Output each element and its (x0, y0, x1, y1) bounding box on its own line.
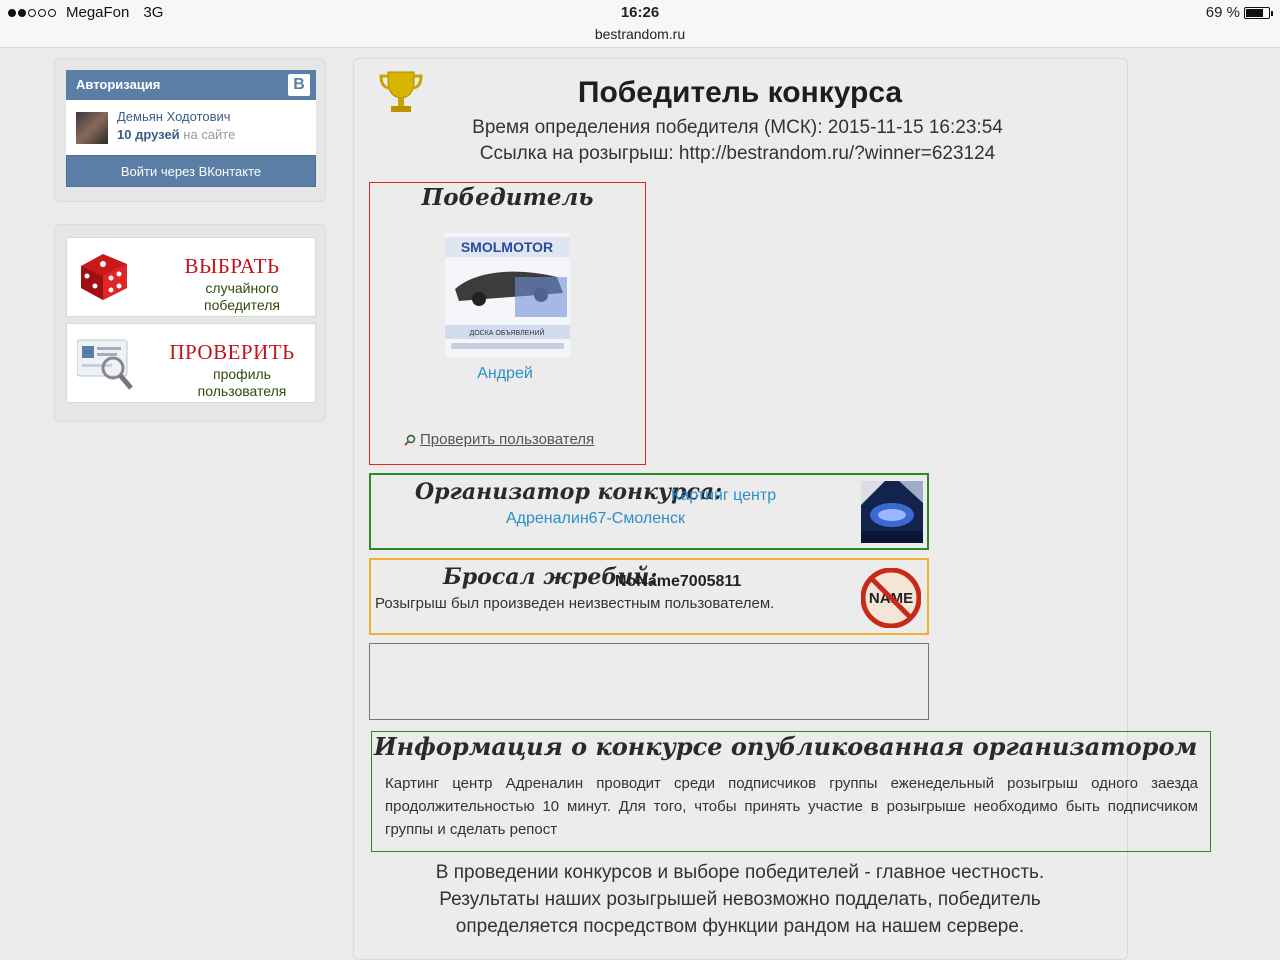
battery-icon (1244, 6, 1273, 19)
dice-icon (81, 254, 127, 300)
draw-description: Розыгрыш был произведен неизвестным поль… (375, 595, 775, 612)
status-bar: MegaFon 3G 16:26 bestrandom.ru 69 % (0, 0, 1280, 48)
organizer-box: Организатор конкурса: Картинг центр Адре… (369, 473, 929, 550)
contest-info-heading: Информация о конкурсе опубликованная орг… (374, 732, 1198, 761)
pick-subtitle: случайного победителя (187, 280, 297, 314)
user-name-link[interactable]: Демьян Ходотович (117, 109, 231, 124)
friends-suffix: на сайте (183, 127, 236, 142)
check-title: ПРОВЕРИТЬ (169, 340, 295, 364)
clock: 16:26 (620, 4, 660, 21)
draw-box: Бросал жребий: NoName7005811 Розыгрыш бы… (369, 558, 929, 635)
footer-line1: В проведении конкурсов и выборе победите… (435, 862, 1045, 883)
friends-info: 10 друзей на сайте (117, 127, 235, 142)
check-profile-link[interactable]: ПРОВЕРИТЬ профиль пользователя (66, 323, 316, 403)
contest-info-box: Информация о конкурсе опубликованная орг… (371, 731, 1211, 852)
contest-info-text: Картинг центр Адреналин проводит среди п… (385, 775, 1198, 838)
vk-logo-icon: В (288, 74, 310, 96)
auth-user: Демьян Ходотович 10 друзей на сайте (66, 100, 316, 158)
footer-line3: определяется посредством функции рандом … (455, 916, 1025, 937)
profile-card-icon (77, 339, 133, 390)
organizer-avatar[interactable] (861, 481, 923, 543)
no-name-icon: NAME (861, 568, 921, 628)
winner-heading: Победитель (421, 184, 594, 211)
auth-header: Авторизация В (66, 70, 316, 100)
check-user-label: Проверить пользователя (420, 431, 595, 448)
battery-percent: 69 % (1205, 4, 1240, 21)
battery-status: 69 % (1205, 4, 1273, 21)
draw-time: Время определения победителя (МСК): 2015… (472, 117, 1003, 138)
winner-name-link[interactable]: Андрей (370, 365, 640, 383)
footer-line2: Результаты наших розыгрышей невозможно п… (439, 889, 1041, 910)
drawer-name: NoName7005811 (615, 573, 742, 590)
footer-text: В проведении конкурсов и выборе победите… (358, 859, 1122, 940)
empty-box (369, 643, 929, 720)
winner-box: Победитель SMOLMOTOR ДОСКА ОБЪЯВЛЕНИЙ Ан… (369, 182, 646, 465)
winner-image-subtext: ДОСКА ОБЪЯВЛЕНИЙ (469, 328, 544, 337)
auth-panel: Авторизация В Демьян Ходотович 10 друзей… (54, 58, 326, 202)
organizer-link-line1[interactable]: Картинг центр (671, 487, 776, 505)
pick-winner-link[interactable]: ВЫБРАТЬ случайного победителя (66, 237, 316, 317)
winner-avatar[interactable]: SMOLMOTOR ДОСКА ОБЪЯВЛЕНИЙ (445, 233, 570, 357)
pick-line1: случайного (205, 280, 279, 296)
page-title: Победитель конкурса (577, 76, 903, 109)
pick-title: ВЫБРАТЬ (184, 254, 280, 278)
friends-count[interactable]: 10 друзей (117, 127, 180, 142)
check-user-link[interactable]: Проверить пользователя (404, 431, 594, 448)
avatar[interactable] (76, 112, 108, 144)
pick-line2: победителя (203, 297, 281, 313)
magnifier-icon (404, 434, 416, 446)
auth-title: Авторизация (76, 77, 161, 92)
address-bar[interactable]: bestrandom.ru (0, 26, 1280, 42)
vk-login-button[interactable]: Войти через ВКонтакте (66, 155, 316, 187)
check-subtitle: профиль пользователя (187, 366, 297, 400)
draw-link: Ссылка на розыгрыш: http://bestrandom.ru… (479, 143, 996, 164)
links-panel: ВЫБРАТЬ случайного победителя ПРОВЕРИТЬ … (54, 224, 326, 422)
check-line1: профиль (213, 366, 271, 382)
check-line2: пользователя (197, 383, 287, 399)
winner-image-text: SMOLMOTOR (461, 239, 553, 255)
organizer-link-line2[interactable]: Адреналин67-Смоленск (506, 510, 685, 528)
winner-avatar-image: SMOLMOTOR ДОСКА ОБЪЯВЛЕНИЙ (445, 233, 570, 357)
